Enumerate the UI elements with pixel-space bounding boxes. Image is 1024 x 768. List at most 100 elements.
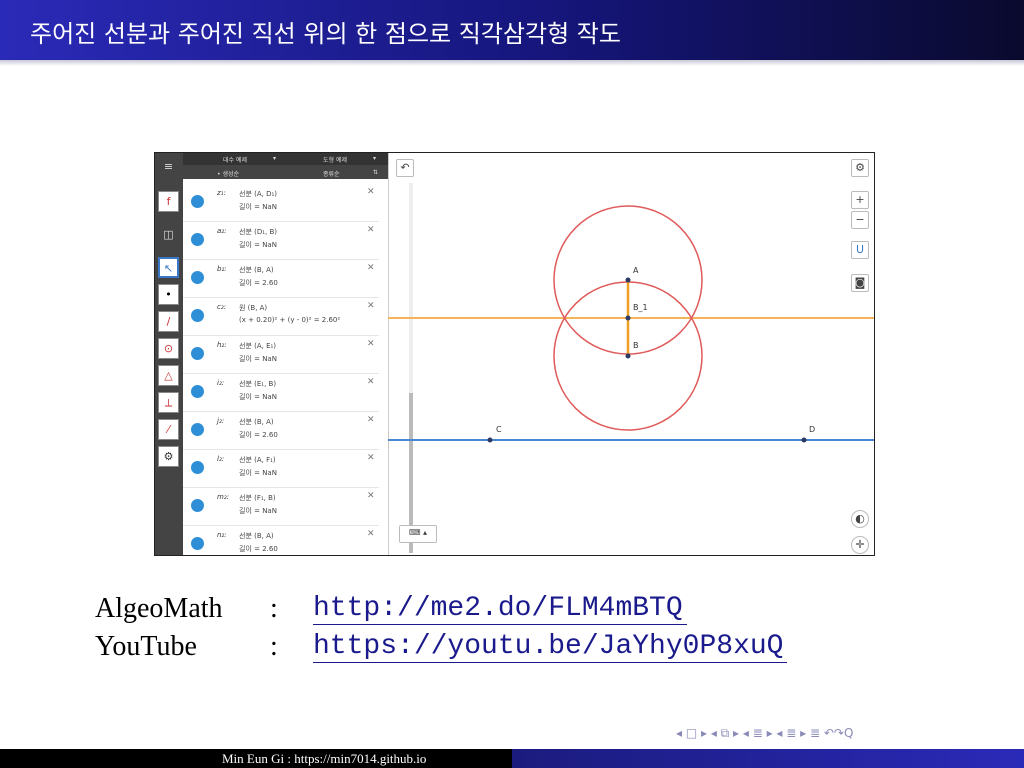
object-name: n₂: — [217, 531, 227, 539]
point-a[interactable] — [625, 277, 631, 283]
object-value: 길이 = NaN — [239, 469, 277, 477]
list-item[interactable]: n₂: 선분 (B, A) 길이 = 2.60 ✕ — [183, 525, 379, 555]
polygon-tool-icon[interactable]: △ — [158, 365, 179, 386]
camera-icon[interactable]: ◙ — [851, 274, 869, 292]
keyboard-icon[interactable]: ⌨ ▴ — [399, 525, 437, 543]
object-value: 길이 = NaN — [239, 355, 277, 363]
object-value: 길이 = NaN — [239, 393, 277, 401]
object-definition: 선분 (B, A) — [239, 532, 274, 540]
object-value: 길이 = NaN — [239, 203, 277, 211]
label-c: C — [496, 425, 502, 434]
slide-title: 주어진 선분과 주어진 직선 위의 한 점으로 직각삼각형 작도 — [30, 20, 621, 48]
move-icon[interactable]: ✛ — [851, 536, 869, 554]
zoom-out-icon[interactable]: − — [851, 211, 869, 229]
object-name: l₂: — [217, 455, 225, 463]
list-item[interactable]: c₂: 원 (B, A) (x + 0.20)² + (y - 0)² = 2.… — [183, 297, 379, 336]
object-name: j₂: — [217, 417, 225, 425]
gear-tool-icon[interactable]: ⚙ — [158, 446, 179, 467]
menu-icon[interactable]: ≡ — [158, 157, 179, 178]
object-definition: 선분 (E₁, B) — [239, 380, 277, 388]
visibility-toggle[interactable] — [191, 461, 204, 474]
visibility-toggle[interactable] — [191, 423, 204, 436]
visibility-toggle[interactable] — [191, 347, 204, 360]
list-item[interactable]: j₂: 선분 (B, A) 길이 = 2.60 ✕ — [183, 411, 379, 450]
list-item[interactable]: m₂: 선분 (F₁, B) 길이 = NaN ✕ — [183, 487, 379, 526]
object-value: 길이 = 2.60 — [239, 431, 278, 439]
list-item[interactable]: h₂: 선분 (A, E₁) 길이 = NaN ✕ — [183, 335, 379, 374]
visibility-toggle[interactable] — [191, 309, 204, 322]
object-definition: 선분 (D₁, B) — [239, 228, 278, 236]
visibility-toggle[interactable] — [191, 499, 204, 512]
object-value: 길이 = 2.60 — [239, 279, 278, 287]
settings-icon[interactable]: ⚙ — [851, 159, 869, 177]
visibility-toggle[interactable] — [191, 271, 204, 284]
point-d[interactable] — [801, 437, 807, 443]
tool-toolbar: ≡ f ◫ ↖ • / ⊙ △ ⟂ ⁄ ⚙ — [155, 153, 183, 555]
algebra-example-menu[interactable]: 대수 예제 — [223, 155, 247, 164]
shapes-tool-icon[interactable]: ◫ — [158, 225, 179, 246]
close-icon[interactable]: ✕ — [367, 301, 375, 311]
list-item[interactable]: l₂: 선분 (A, F₁) 길이 = NaN ✕ — [183, 449, 379, 488]
object-name: i₂: — [217, 379, 225, 387]
beamer-navigation[interactable]: ◂ □ ▸ ◂ ⧉ ▸ ◂ ≣ ▸ ◂ ≣ ▸ ≣ ↶↷Q — [676, 726, 853, 741]
footer-author: Min Eun Gi : https://min7014.github.io — [222, 751, 427, 766]
visibility-toggle[interactable] — [191, 537, 204, 550]
close-icon[interactable]: ✕ — [367, 377, 375, 387]
app-screenshot: ≡ f ◫ ↖ • / ⊙ △ ⟂ ⁄ ⚙ 대수 예제 ▾ 도형 예제 ▾ • … — [154, 152, 875, 556]
voice-icon[interactable]: ◐ — [851, 510, 869, 528]
object-definition: 선분 (F₁, B) — [239, 494, 276, 502]
visibility-toggle[interactable] — [191, 385, 204, 398]
algeomath-link[interactable]: http://me2.do/FLM4mBTQ — [313, 593, 687, 625]
close-icon[interactable]: ✕ — [367, 415, 375, 425]
circle-tool-icon[interactable]: ⊙ — [158, 338, 179, 359]
point-b1[interactable] — [625, 315, 631, 321]
title-bar: 주어진 선분과 주어진 직선 위의 한 점으로 직각삼각형 작도 — [0, 0, 1024, 60]
close-icon[interactable]: ✕ — [367, 187, 375, 197]
object-value: 길이 = NaN — [239, 241, 277, 249]
object-definition: 선분 (A, F₁) — [239, 456, 276, 464]
point-b[interactable] — [625, 353, 631, 359]
point-tool-icon[interactable]: • — [158, 284, 179, 305]
link-separator: : — [270, 593, 278, 624]
object-name: z₁: — [217, 189, 226, 197]
link-label: AlgeoMath — [95, 593, 223, 624]
segment-tool-icon[interactable]: ⁄ — [158, 419, 179, 440]
geometry-canvas[interactable]: A B_1 B C D ↶ ⚙ + − U ◙ ◐ ✛ — [388, 153, 874, 555]
close-icon[interactable]: ✕ — [367, 529, 375, 539]
object-value: 길이 = NaN — [239, 507, 277, 515]
point-c[interactable] — [487, 437, 493, 443]
magnet-icon[interactable]: U — [851, 241, 869, 259]
sort-by-type[interactable]: 종류순 — [323, 169, 340, 178]
geometry-example-menu[interactable]: 도형 예제 — [323, 155, 347, 164]
line-tool-icon[interactable]: / — [158, 311, 179, 332]
panel-menu-row: 대수 예제 ▾ 도형 예제 ▾ — [183, 153, 388, 165]
perpendicular-tool-icon[interactable]: ⟂ — [158, 392, 179, 413]
object-value: (x + 0.20)² + (y - 0)² = 2.60² — [239, 316, 341, 324]
list-item[interactable]: i₂: 선분 (E₁, B) 길이 = NaN ✕ — [183, 373, 379, 412]
object-name: c₂: — [217, 303, 227, 311]
object-definition: 선분 (B, A) — [239, 418, 274, 426]
zoom-in-icon[interactable]: + — [851, 191, 869, 209]
undo-icon[interactable]: ↶ — [396, 159, 414, 177]
list-item[interactable]: z₁: 선분 (A, D₁) 길이 = NaN ✕ — [183, 183, 379, 222]
label-b1: B_1 — [633, 303, 648, 312]
close-icon[interactable]: ✕ — [367, 453, 375, 463]
visibility-toggle[interactable] — [191, 195, 204, 208]
close-icon[interactable]: ✕ — [367, 263, 375, 273]
close-icon[interactable]: ✕ — [367, 225, 375, 235]
list-item[interactable]: b₂: 선분 (B, A) 길이 = 2.60 ✕ — [183, 259, 379, 298]
youtube-link[interactable]: https://youtu.be/JaYhy0P8xuQ — [313, 631, 788, 663]
chevron-down-icon: ▾ — [273, 155, 277, 162]
footer-right — [512, 749, 1024, 768]
select-tool-icon[interactable]: ↖ — [158, 257, 179, 278]
sort-row: • 생성순 종류순 ⇅ — [183, 165, 388, 179]
title-shadow — [0, 60, 1024, 66]
visibility-toggle[interactable] — [191, 233, 204, 246]
close-icon[interactable]: ✕ — [367, 339, 375, 349]
label-a: A — [633, 266, 639, 275]
function-tool-icon[interactable]: f — [158, 191, 179, 212]
sort-by-creation[interactable]: • 생성순 — [217, 169, 239, 178]
close-icon[interactable]: ✕ — [367, 491, 375, 501]
sort-icon[interactable]: ⇅ — [373, 169, 378, 176]
list-item[interactable]: a₂: 선분 (D₁, B) 길이 = NaN ✕ — [183, 221, 379, 260]
